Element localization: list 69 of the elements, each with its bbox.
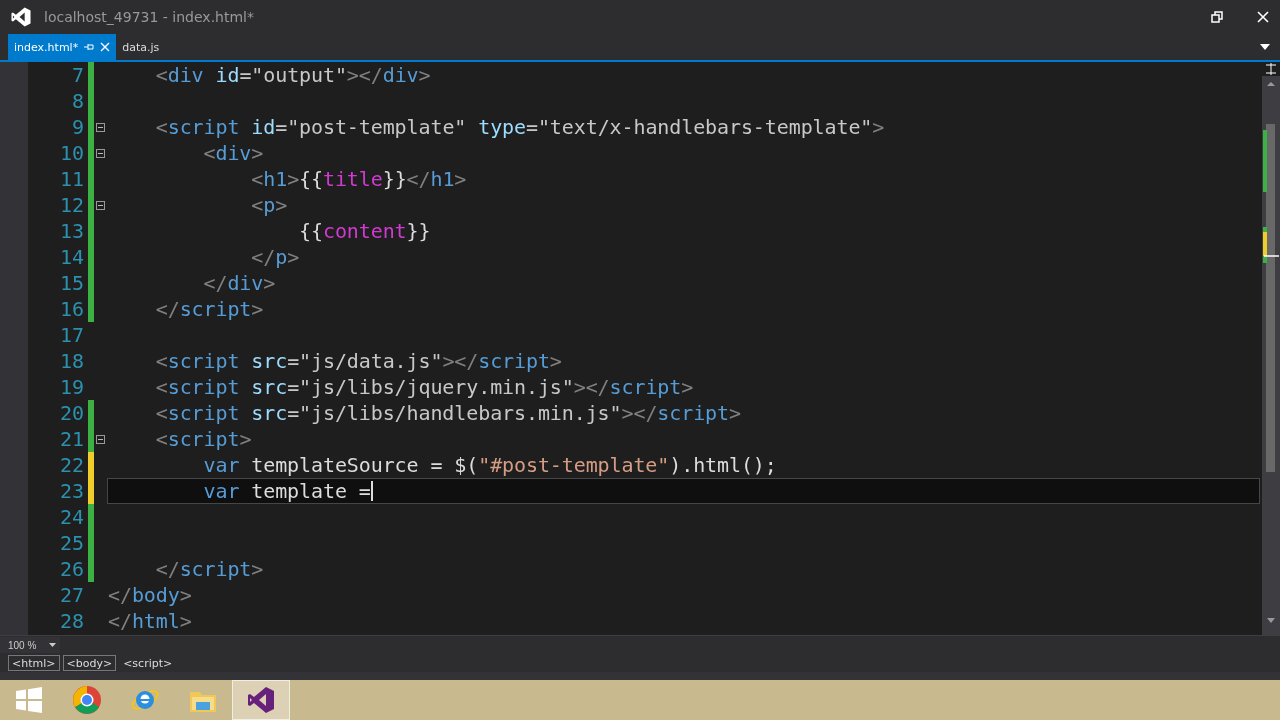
line-number: 9 bbox=[70, 114, 84, 140]
line-number: 20 bbox=[58, 400, 84, 426]
code-line: <div id="output"></div> bbox=[154, 63, 431, 87]
code-line: var templateSource = $("#post-template").html(); bbox=[202, 453, 777, 477]
minus-icon bbox=[98, 152, 103, 154]
line-number: 15 bbox=[58, 270, 84, 296]
pin-icon[interactable] bbox=[84, 42, 95, 52]
zoom-dropdown[interactable]: 100 % bbox=[0, 637, 60, 653]
code-line: <script src="js/data.js"></script> bbox=[154, 349, 562, 373]
minus-icon bbox=[98, 438, 103, 440]
dropdown-caret-icon[interactable] bbox=[1260, 44, 1270, 50]
code-line: <script id="post-template" type="text/x-handlebars-template"> bbox=[154, 115, 885, 139]
line-number: 14 bbox=[58, 244, 84, 270]
file-tab[interactable]: index.html* bbox=[8, 34, 117, 60]
tab-label: data.js bbox=[122, 40, 160, 54]
code-line: </script> bbox=[154, 557, 264, 581]
minus-icon bbox=[98, 126, 103, 128]
line-number: 16 bbox=[58, 296, 84, 322]
vertical-scrollbar[interactable] bbox=[1262, 62, 1280, 635]
text-cursor bbox=[370, 481, 373, 501]
minus-icon bbox=[98, 204, 103, 206]
code-line: <script> bbox=[154, 427, 252, 451]
infinity-logo-icon bbox=[10, 6, 32, 28]
line-number: 21 bbox=[58, 426, 84, 452]
restore-icon bbox=[1211, 11, 1223, 23]
code-line: <script src="js/libs/handlebars.min.js"></script> bbox=[154, 401, 741, 425]
code-line: </p> bbox=[250, 245, 300, 269]
close-icon[interactable] bbox=[100, 42, 111, 52]
collapse-toggle[interactable] bbox=[96, 200, 105, 210]
breadcrumb-tag[interactable]: <body> bbox=[62, 655, 117, 671]
caret-icon bbox=[49, 643, 56, 647]
line-number: 18 bbox=[58, 348, 84, 374]
code-line: {{content}} bbox=[298, 219, 431, 243]
code-line: </body> bbox=[108, 583, 192, 607]
collapse-toggle[interactable] bbox=[96, 434, 105, 444]
code-line: <h1>{{title}}</h1> bbox=[250, 167, 467, 191]
round-browser-icon bbox=[72, 685, 102, 715]
code-line: <p> bbox=[250, 193, 288, 217]
file-tab[interactable]: data.js bbox=[116, 34, 166, 60]
code-line: </html> bbox=[108, 609, 192, 633]
line-number: 12 bbox=[58, 192, 84, 218]
windows-logo-icon bbox=[16, 687, 42, 713]
tab-label: index.html* bbox=[14, 40, 79, 54]
line-number: 25 bbox=[58, 530, 84, 556]
line-number: 17 bbox=[58, 322, 84, 348]
window-title: localhost_49731 - index.html* bbox=[44, 9, 255, 25]
code-line: <div> bbox=[202, 141, 264, 165]
line-number: 11 bbox=[58, 166, 84, 192]
line-number: 7 bbox=[70, 62, 84, 88]
close-icon bbox=[1257, 11, 1269, 23]
line-number: 10 bbox=[58, 140, 84, 166]
infinity-logo-icon bbox=[246, 685, 276, 715]
line-number: 13 bbox=[58, 218, 84, 244]
line-number: 28 bbox=[58, 608, 84, 634]
code-line: </script> bbox=[154, 297, 264, 321]
line-number: 26 bbox=[58, 556, 84, 582]
line-number: 22 bbox=[58, 452, 84, 478]
line-number: 27 bbox=[58, 582, 84, 608]
code-line: <script src="js/libs/jquery.min.js"></script> bbox=[154, 375, 694, 399]
code-line: var template = bbox=[202, 479, 371, 503]
collapse-toggle[interactable] bbox=[96, 148, 105, 158]
line-number: 8 bbox=[70, 88, 84, 114]
collapse-toggle[interactable] bbox=[96, 122, 105, 132]
code-line: </div> bbox=[202, 271, 276, 295]
line-number: 24 bbox=[58, 504, 84, 530]
line-number: 23 bbox=[58, 478, 84, 504]
taskbar-app[interactable] bbox=[232, 680, 290, 720]
breadcrumb-tag[interactable]: <html> bbox=[8, 655, 60, 671]
line-number: 19 bbox=[58, 374, 84, 400]
